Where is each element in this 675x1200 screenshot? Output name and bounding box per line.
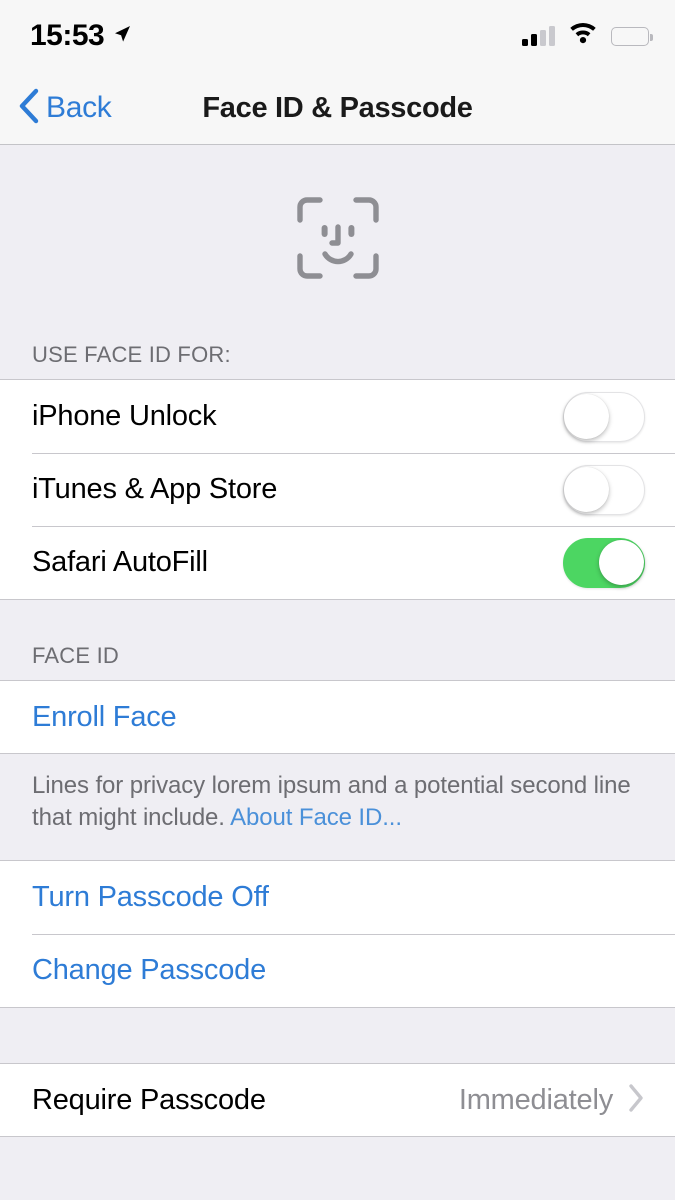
chevron-right-icon	[627, 1083, 645, 1118]
toggle-safari-autofill[interactable]	[563, 537, 645, 588]
face-id-footer-note: Lines for privacy lorem ipsum and a pote…	[0, 754, 675, 861]
section-gap	[0, 1008, 675, 1064]
face-id-group: Enroll Face	[0, 680, 675, 754]
row-turn-passcode-off[interactable]: Turn Passcode Off	[0, 861, 675, 935]
status-bar-left: 15:53	[30, 19, 132, 53]
face-id-icon	[294, 194, 382, 287]
use-face-id-for-group: iPhone Unlock iTunes & App Store Safari …	[0, 379, 675, 600]
navigation-bar: Back Face ID & Passcode	[0, 72, 675, 145]
iphone-settings-screen: 15:53 Back Face ID & Passcode USE FACE I…	[0, 0, 675, 1200]
back-button-label: Back	[46, 91, 112, 124]
row-label: Safari AutoFill	[32, 546, 208, 578]
battery-full-icon	[611, 26, 653, 46]
location-arrow-icon	[112, 24, 132, 49]
row-enroll-face[interactable]: Enroll Face	[0, 681, 675, 753]
row-change-passcode[interactable]: Change Passcode	[0, 934, 675, 1008]
row-iphone-unlock[interactable]: iPhone Unlock	[0, 380, 675, 453]
about-face-id-link[interactable]: About Face ID...	[230, 804, 402, 831]
row-label: Enroll Face	[32, 700, 177, 733]
chevron-left-icon	[18, 88, 40, 129]
wifi-icon	[569, 23, 597, 49]
row-label: Turn Passcode Off	[32, 881, 269, 914]
section-header-face-id: FACE ID	[0, 643, 675, 680]
section-header-use-face-id-for: USE FACE ID FOR:	[0, 335, 675, 379]
status-bar-right	[522, 23, 653, 49]
row-safari-autofill[interactable]: Safari AutoFill	[0, 526, 675, 599]
section-gap	[0, 600, 675, 643]
row-label: iTunes & App Store	[32, 473, 278, 505]
row-require-passcode[interactable]: Require Passcode Immediately	[0, 1064, 675, 1137]
status-bar: 15:53	[0, 0, 675, 72]
toggle-iphone-unlock[interactable]	[563, 391, 645, 442]
require-passcode-group: Require Passcode Immediately	[0, 1063, 675, 1138]
back-button[interactable]: Back	[0, 88, 112, 129]
row-label: Require Passcode	[32, 1083, 266, 1116]
row-label: iPhone Unlock	[32, 400, 217, 432]
passcode-actions-group: Turn Passcode Off Change Passcode	[0, 860, 675, 1009]
status-bar-clock: 15:53	[30, 19, 105, 52]
row-itunes-app-store[interactable]: iTunes & App Store	[0, 453, 675, 526]
cellular-signal-icon	[522, 26, 555, 46]
face-id-hero	[0, 145, 675, 335]
toggle-itunes-app-store[interactable]	[563, 464, 645, 515]
row-value: Immediately	[458, 1083, 613, 1116]
row-label: Change Passcode	[32, 954, 266, 987]
